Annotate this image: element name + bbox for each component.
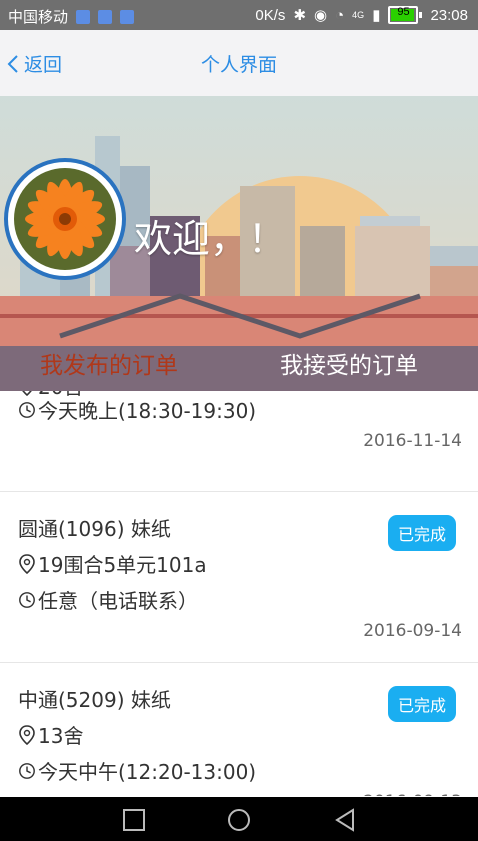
- recent-apps-icon[interactable]: [122, 808, 146, 832]
- flower-avatar-image: [14, 168, 116, 270]
- welcome-text: 欢迎，！: [134, 217, 287, 261]
- clock-icon: [19, 591, 35, 608]
- location-pin-icon: [19, 553, 35, 574]
- order-location: 13舍: [38, 724, 84, 748]
- location-pin-icon: [19, 724, 35, 745]
- usb-icon: [98, 9, 113, 24]
- status-badge: 已完成: [387, 686, 456, 722]
- home-icon[interactable]: [227, 808, 251, 832]
- order-time: 今天中午(12:20-13:00): [38, 760, 257, 784]
- order-time: 任意（电话联系）: [38, 589, 198, 613]
- tab-published-orders[interactable]: 我发布的订单: [40, 346, 178, 380]
- order-date: 2016-11-14: [363, 431, 462, 451]
- status-bar: 中国移动 0K/s ✱ ◉ ◔ 4G ▮ 95 23:08: [0, 0, 478, 30]
- nav-bar: 返回 个人界面: [0, 30, 478, 96]
- notification-icon: [76, 9, 91, 24]
- avatar[interactable]: [4, 158, 126, 280]
- battery-icon: 95: [388, 6, 423, 24]
- profile-header: 欢迎，！ 我发布的订单 我接受的订单: [0, 96, 478, 391]
- order-date: 2016-09-14: [363, 621, 462, 641]
- system-nav-bar: [0, 797, 478, 841]
- image-icon: [120, 9, 135, 24]
- clock-icon: [19, 762, 35, 779]
- page-title: 个人界面: [200, 54, 277, 76]
- order-list[interactable]: 20舍 今天晚上(18:30-19:30) 2016-11-14 圆通(1096…: [0, 391, 478, 796]
- order-date: 2016-09-13: [363, 792, 462, 796]
- network-speed: 0K/s: [255, 6, 286, 24]
- status-badge: 已完成: [387, 515, 456, 551]
- order-location: 19围合5单元101a: [38, 553, 207, 577]
- list-item[interactable]: 圆通(1096) 妹纸 已完成 19围合5单元101a 任意（电话联系） 201…: [0, 491, 478, 663]
- back-icon[interactable]: [333, 808, 357, 832]
- clock-icon: [19, 401, 35, 418]
- wifi-icon: ◔: [335, 6, 345, 24]
- order-title: 圆通(1096) 妹纸: [18, 517, 171, 541]
- list-item[interactable]: 中通(5209) 妹纸 已完成 13舍 今天中午(12:20-13:00) 20…: [0, 662, 478, 796]
- order-time: 今天晚上(18:30-19:30): [38, 399, 257, 423]
- signal-icon: ▮: [372, 7, 381, 24]
- eye-icon: ◉: [314, 7, 328, 24]
- clock: 23:08: [430, 6, 468, 24]
- list-item[interactable]: 20舍 今天晚上(18:30-19:30) 2016-11-14: [0, 391, 478, 492]
- order-title: 中通(5209) 妹纸: [18, 688, 171, 712]
- tab-accepted-orders[interactable]: 我接受的订单: [280, 346, 418, 380]
- battery-level: 95: [397, 6, 410, 18]
- bluetooth-icon: ✱: [293, 7, 307, 24]
- carrier-label: 中国移动: [8, 9, 69, 26]
- network-type: 4G: [352, 10, 365, 20]
